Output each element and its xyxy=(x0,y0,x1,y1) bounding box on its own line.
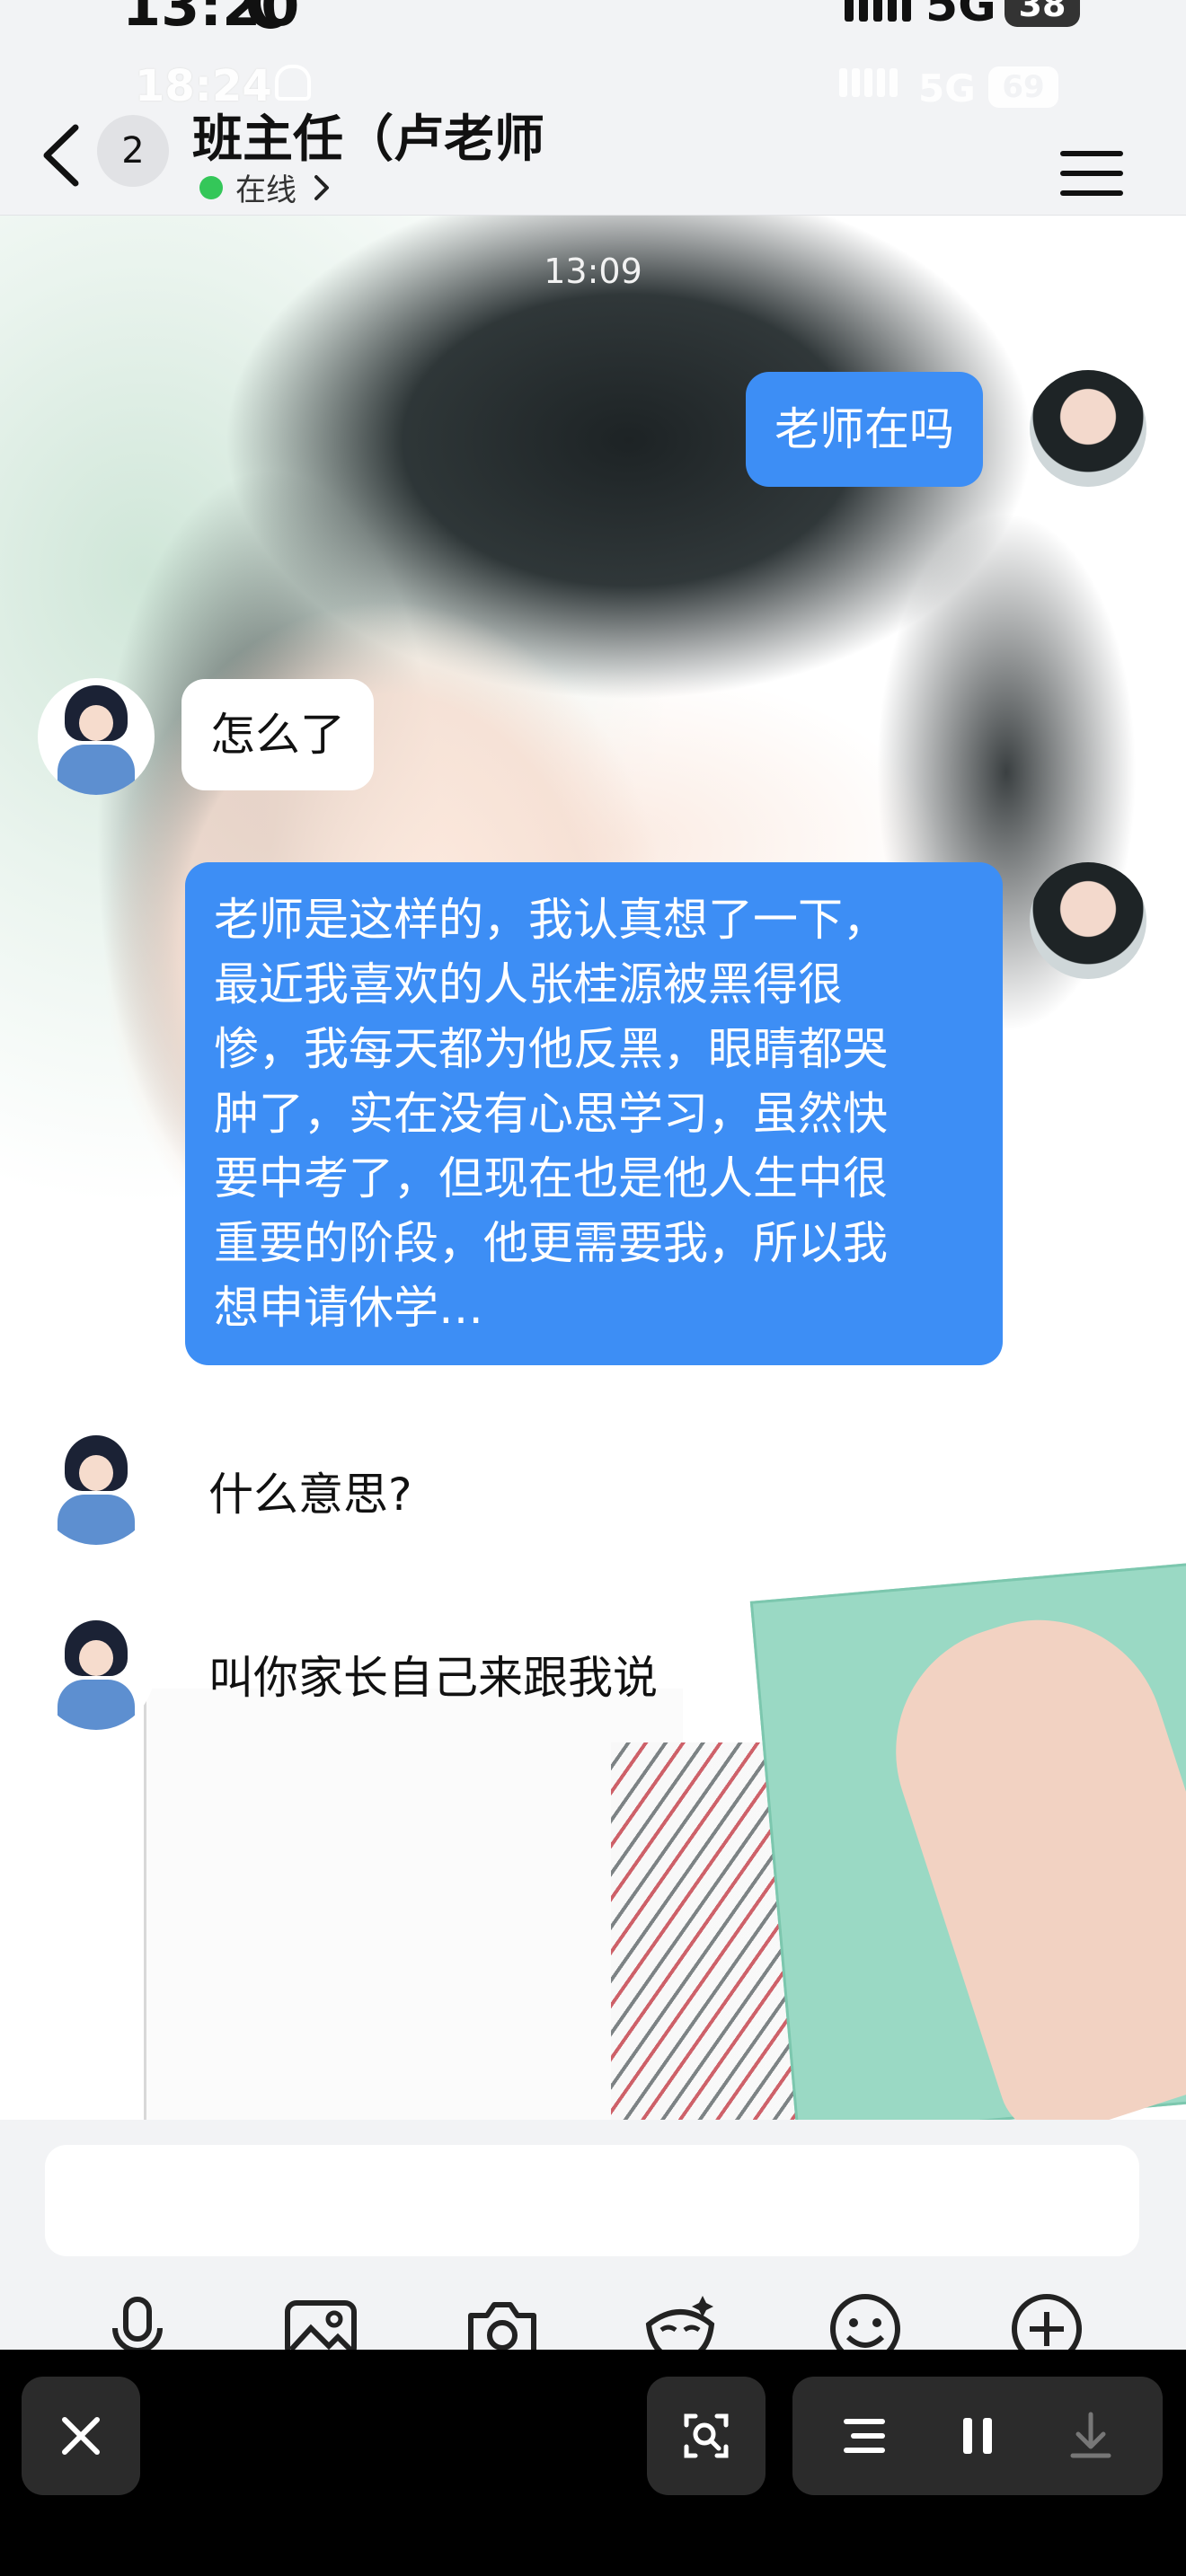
message-line: 肿了，实在没有心思学习，虽然快 xyxy=(214,1088,888,1140)
recording-toolbar xyxy=(792,2377,1163,2495)
input-area xyxy=(0,2120,1186,2366)
close-button[interactable] xyxy=(22,2377,140,2495)
battery-indicator: 38 xyxy=(1005,0,1080,27)
online-dot-icon xyxy=(199,175,223,199)
menu-button[interactable] xyxy=(1060,151,1123,205)
menu-icon xyxy=(1060,151,1123,156)
background-wallpaper xyxy=(144,1689,683,2120)
pause-icon[interactable] xyxy=(942,2400,1013,2472)
teacher-avatar[interactable] xyxy=(38,678,155,795)
chevron-right-icon xyxy=(314,174,329,200)
message-bubble-outgoing[interactable]: 老师是这样的，我认真想了一下， 最近我喜欢的人张桂源被黑得很 惨，我每天都为他反… xyxy=(185,862,1003,1365)
my-avatar[interactable] xyxy=(1030,862,1146,979)
status-bar: 13:20 5G 38 xyxy=(0,0,1186,34)
message-bubble-outgoing[interactable]: 老师在吗 xyxy=(746,372,983,487)
unread-badge[interactable]: 2 xyxy=(97,115,169,187)
ghost-signal-icon xyxy=(839,68,898,97)
close-icon xyxy=(62,2417,100,2455)
message-line: 要中考了，但现在也是他人生中很 xyxy=(214,1152,888,1204)
message-bubble-incoming[interactable]: 叫你家长自己来跟我说 xyxy=(208,1645,658,1710)
signal-icon xyxy=(845,0,911,22)
message-line: 最近我喜欢的人张桂源被黑得很 xyxy=(214,958,843,1010)
chat-area[interactable]: 13:09 老师在吗 怎么了 老师是这样的，我认真想了一下， 最近我喜欢的人张桂… xyxy=(0,216,1186,2120)
download-icon[interactable] xyxy=(1055,2400,1127,2472)
message-line: 想申请休学… xyxy=(214,1282,483,1334)
teacher-avatar[interactable] xyxy=(38,1428,155,1545)
teacher-avatar[interactable] xyxy=(38,1613,155,1730)
list-icon[interactable] xyxy=(828,2400,900,2472)
bell-muted-icon xyxy=(275,65,311,101)
message-bubble-incoming[interactable]: 怎么了 xyxy=(181,679,374,790)
message-line: 重要的阶段，他更需要我，所以我 xyxy=(214,1217,888,1269)
my-avatar[interactable] xyxy=(1030,370,1146,487)
message-line: 惨，我每天都为他反黑，眼睛都哭 xyxy=(214,1023,888,1075)
message-bubble-incoming[interactable]: 什么意思? xyxy=(208,1462,412,1527)
message-input[interactable] xyxy=(45,2145,1139,2256)
ghost-battery-indicator: 69 xyxy=(988,66,1058,108)
screen-recording-controls xyxy=(0,2350,1186,2576)
scan-icon xyxy=(684,2413,729,2458)
ghost-network-type: 5G xyxy=(918,66,976,110)
network-type: 5G xyxy=(925,0,996,32)
message-line: 老师是这样的，我认真想了一下， xyxy=(214,894,888,946)
chat-title[interactable]: 班主任（卢老师 xyxy=(192,99,544,172)
message-timestamp: 13:09 xyxy=(544,251,642,291)
chat-header: 18:24 5G 69 2 班主任（卢老师 在线 xyxy=(0,34,1186,216)
presence-status[interactable]: 在线 xyxy=(199,165,334,209)
chevron-left-icon xyxy=(43,124,79,187)
presence-label: 在线 xyxy=(235,172,296,208)
scan-button[interactable] xyxy=(647,2377,766,2495)
back-button[interactable] xyxy=(36,115,90,196)
